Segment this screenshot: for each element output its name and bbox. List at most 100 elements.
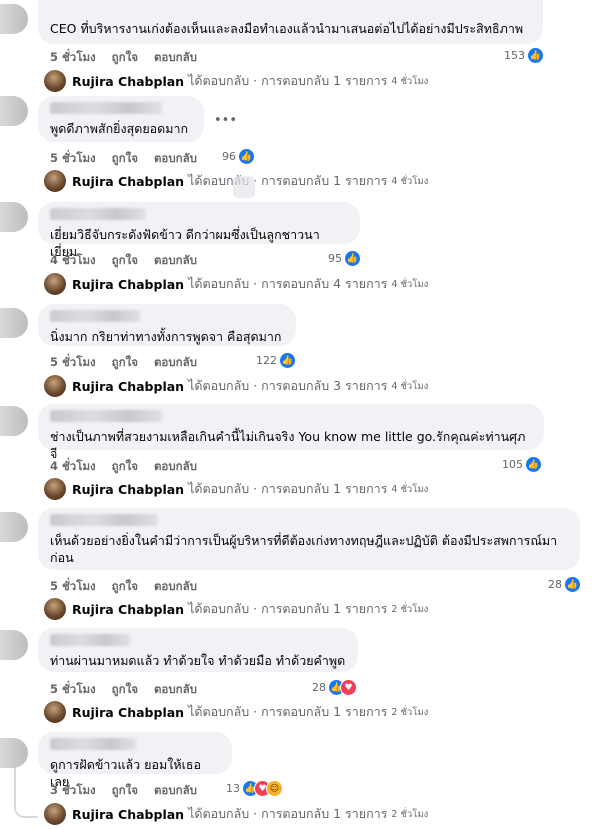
blurred-author-name[interactable] bbox=[50, 634, 130, 646]
reaction-count[interactable]: 96 👍 bbox=[222, 148, 255, 165]
view-replies-link[interactable]: Rujira Chabplan ได้ตอบกลับ · การตอบกลับ … bbox=[44, 478, 428, 500]
comment-time[interactable]: 5 ชั่วโมง bbox=[50, 355, 96, 369]
reply-author-name: Rujira Chabplan bbox=[72, 704, 185, 720]
reply-summary-text: ได้ตอบกลับ · การตอบกลับ 1 รายการ bbox=[188, 806, 388, 821]
more-options-icon[interactable]: ••• bbox=[214, 113, 237, 128]
like-button[interactable]: ถูกใจ bbox=[112, 253, 138, 267]
comment-actions: 5 ชั่วโมง ถูกใจ ตอบกลับ bbox=[50, 578, 209, 596]
reply-time: 4 ชั่วโมง bbox=[391, 75, 429, 87]
like-icon: 👍 bbox=[527, 47, 544, 64]
blurred-author-name[interactable] bbox=[50, 208, 146, 220]
reaction-count[interactable]: 95 👍 bbox=[328, 250, 361, 267]
comment-actions: 4 ชั่วโมง ถูกใจ ตอบกลับ bbox=[50, 458, 209, 476]
avatar bbox=[44, 70, 66, 92]
like-icon: 👍 bbox=[279, 352, 296, 369]
view-replies-link[interactable]: Rujira Chabplan ได้ตอบกลับ · การตอบกลับ … bbox=[44, 803, 428, 825]
reply-time: 4 ชั่วโมง bbox=[391, 483, 429, 495]
avatar bbox=[44, 701, 66, 723]
comment-time[interactable]: 5 ชั่วโมง bbox=[50, 579, 96, 593]
comment-time[interactable]: 5 ชั่วโมง bbox=[50, 682, 96, 696]
reply-summary-text: ได้ตอบกลับ · การตอบกลับ 1 รายการ bbox=[188, 601, 388, 616]
view-replies-link[interactable]: Rujira Chabplan ได้ตอบกลับ · การตอบกลับ … bbox=[44, 70, 428, 92]
reply-time: 2 ชั่วโมง bbox=[391, 603, 429, 615]
comment-actions: 5 ชั่วโมง ถูกใจ ตอบกลับ bbox=[50, 49, 209, 67]
reply-button[interactable]: ตอบกลับ bbox=[154, 355, 197, 369]
avatar bbox=[44, 598, 66, 620]
reply-time: 2 ชั่วโมง bbox=[391, 808, 429, 820]
avatar[interactable] bbox=[0, 512, 28, 542]
like-icon: 👍 bbox=[564, 576, 581, 593]
reaction-number: 153 bbox=[504, 49, 525, 62]
comment-bubble: ช่างเป็นภาพที่สวยงามเหลือเกินคำนี้ไม่เกิ… bbox=[38, 404, 544, 461]
reaction-count[interactable]: 153 👍 bbox=[504, 47, 544, 64]
like-button[interactable]: ถูกใจ bbox=[112, 579, 138, 593]
avatar[interactable] bbox=[0, 308, 28, 338]
view-replies-link[interactable]: Rujira Chabplan ได้ตอบกลับ · การตอบกลับ … bbox=[44, 375, 428, 397]
reaction-number: 28 bbox=[312, 681, 326, 694]
reply-button[interactable]: ตอบกลับ bbox=[154, 151, 197, 165]
comment-time[interactable]: 3 ชั่วโมง bbox=[50, 783, 96, 797]
reply-button[interactable]: ตอบกลับ bbox=[154, 253, 197, 267]
view-replies-link[interactable]: Rujira Chabplan ได้ตอบกลับ · การตอบกลับ … bbox=[44, 701, 428, 723]
avatar[interactable] bbox=[0, 4, 28, 34]
reaction-count[interactable]: 105 👍 bbox=[502, 456, 542, 473]
avatar bbox=[44, 803, 66, 825]
reply-author-name: Rujira Chabplan bbox=[72, 173, 185, 189]
comment-time[interactable]: 4 ชั่วโมง bbox=[50, 253, 96, 267]
reaction-count[interactable]: 13 👍 ♥ ☺ bbox=[226, 780, 283, 797]
comment-actions: 5 ชั่วโมง ถูกใจ ตอบกลับ bbox=[50, 354, 209, 372]
reply-author-name: Rujira Chabplan bbox=[72, 276, 185, 292]
comment-bubble: นิ่งมาก กริยาท่าทางทั้งการพูดจา คือสุดมา… bbox=[38, 304, 296, 346]
comment-bubble: พูดดีภาพสักยิ่งสุดยอดมาก bbox=[38, 96, 204, 142]
reply-summary-text: ได้ตอบกลับ · การตอบกลับ 1 รายการ bbox=[188, 481, 388, 496]
reaction-count[interactable]: 28 👍 ♥ bbox=[312, 679, 357, 696]
avatar[interactable] bbox=[0, 630, 28, 660]
reply-button[interactable]: ตอบกลับ bbox=[154, 459, 197, 473]
reply-summary-text: ได้ตอบกลับ · การตอบกลับ 1 รายการ bbox=[188, 704, 388, 719]
reaction-number: 122 bbox=[256, 354, 277, 367]
reply-time: 4 ชั่วโมง bbox=[391, 380, 429, 392]
like-button[interactable]: ถูกใจ bbox=[112, 151, 138, 165]
view-replies-link[interactable]: Rujira Chabplan ได้ตอบกลับ · การตอบกลับ … bbox=[44, 598, 428, 620]
reaction-number: 105 bbox=[502, 458, 523, 471]
blurred-author-name[interactable] bbox=[50, 410, 162, 422]
reply-author-name: Rujira Chabplan bbox=[72, 806, 185, 822]
reply-button[interactable]: ตอบกลับ bbox=[154, 579, 197, 593]
like-button[interactable]: ถูกใจ bbox=[112, 682, 138, 696]
reaction-count[interactable]: 28 👍 bbox=[548, 576, 581, 593]
reply-button[interactable]: ตอบกลับ bbox=[154, 783, 197, 797]
comment-actions: 3 ชั่วโมง ถูกใจ ตอบกลับ bbox=[50, 782, 209, 800]
blurred-author-name[interactable] bbox=[50, 514, 158, 526]
like-button[interactable]: ถูกใจ bbox=[112, 355, 138, 369]
comment-text: พูดดีภาพสักยิ่งสุดยอดมาก bbox=[50, 121, 189, 136]
comment-time[interactable]: 5 ชั่วโมง bbox=[50, 50, 96, 64]
like-button[interactable]: ถูกใจ bbox=[112, 783, 138, 797]
like-button[interactable]: ถูกใจ bbox=[112, 459, 138, 473]
comment-text: นิ่งมาก กริยาท่าทางทั้งการพูดจา คือสุดมา… bbox=[50, 329, 282, 344]
reaction-number: 28 bbox=[548, 578, 562, 591]
avatar bbox=[44, 170, 66, 192]
avatar[interactable] bbox=[0, 406, 28, 436]
reply-summary-text: ได้ตอบกลับ · การตอบกลับ 3 รายการ bbox=[188, 378, 388, 393]
reaction-count[interactable]: 122 👍 bbox=[256, 352, 296, 369]
avatar[interactable] bbox=[0, 202, 28, 232]
comment-time[interactable]: 5 ชั่วโมง bbox=[50, 151, 96, 165]
reaction-number: 95 bbox=[328, 252, 342, 265]
comment-actions: 5 ชั่วโมง ถูกใจ ตอบกลับ bbox=[50, 150, 209, 168]
haha-icon: ☺ bbox=[266, 780, 283, 797]
reply-time: 4 ชั่วโมง bbox=[391, 175, 429, 187]
like-button[interactable]: ถูกใจ bbox=[112, 50, 138, 64]
view-replies-link[interactable]: Rujira Chabplan ได้ตอบกลับ · การตอบกลับ … bbox=[44, 273, 428, 295]
reply-button[interactable]: ตอบกลับ bbox=[154, 50, 197, 64]
avatar bbox=[44, 273, 66, 295]
reply-summary-text: ได้ตอบกลับ · การตอบกลับ 4 รายการ bbox=[188, 276, 388, 291]
blurred-author-name[interactable] bbox=[50, 102, 162, 114]
reply-time: 4 ชั่วโมง bbox=[391, 278, 429, 290]
reply-author-name: Rujira Chabplan bbox=[72, 601, 185, 617]
reaction-number: 13 bbox=[226, 782, 240, 795]
comment-time[interactable]: 4 ชั่วโมง bbox=[50, 459, 96, 473]
reply-button[interactable]: ตอบกลับ bbox=[154, 682, 197, 696]
blurred-author-name[interactable] bbox=[50, 310, 140, 322]
blurred-author-name[interactable] bbox=[50, 738, 136, 750]
avatar[interactable] bbox=[0, 96, 28, 126]
